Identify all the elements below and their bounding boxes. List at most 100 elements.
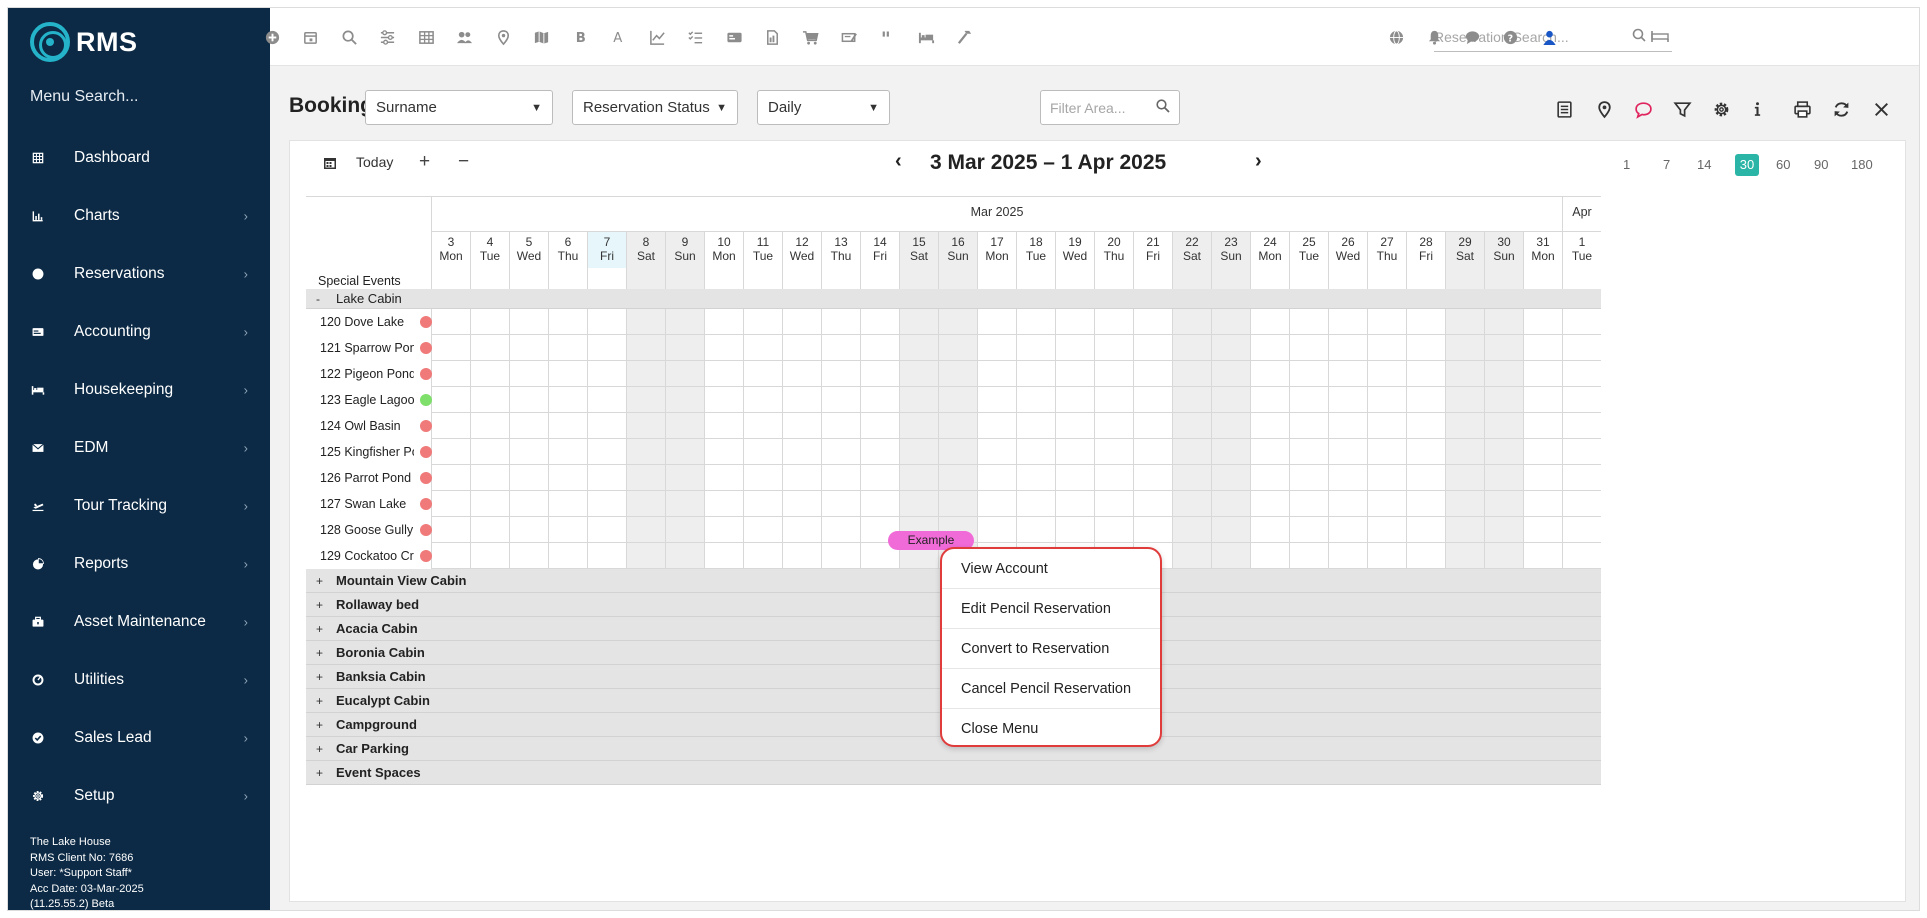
booking-cell[interactable] [743, 439, 782, 465]
day-header[interactable]: 30 Sun [1484, 231, 1523, 268]
day-header[interactable]: 19 Wed [1055, 231, 1094, 268]
booking-cell[interactable] [1523, 309, 1562, 335]
booking-cell[interactable] [1094, 517, 1133, 543]
booking-cell[interactable] [899, 413, 938, 439]
booking-cell[interactable] [1367, 439, 1406, 465]
day-header[interactable]: 5 Wed [509, 231, 548, 268]
booking-cell[interactable] [782, 439, 821, 465]
booking-cell[interactable] [1094, 413, 1133, 439]
sidebar-item-edm[interactable]: EDM › [8, 419, 270, 477]
booking-cell[interactable] [1406, 413, 1445, 439]
day-header[interactable]: 24 Mon [1250, 231, 1289, 268]
booking-cell[interactable] [1406, 335, 1445, 361]
day-header[interactable]: 9 Sun [665, 231, 704, 268]
booking-cell[interactable] [587, 543, 626, 569]
booking-cell[interactable] [1133, 517, 1172, 543]
booking-cell[interactable] [782, 387, 821, 413]
day-header[interactable]: 7 Fri [587, 231, 626, 268]
booking-cell[interactable] [1562, 387, 1601, 413]
document-icon[interactable] [761, 26, 783, 48]
booking-cell[interactable] [431, 465, 470, 491]
booking-cell[interactable] [938, 335, 977, 361]
collapse-toggle[interactable]: - [316, 289, 320, 309]
booking-cell[interactable] [938, 439, 977, 465]
booking-cell[interactable] [1562, 465, 1601, 491]
booking-cell[interactable] [821, 413, 860, 439]
booking-cell[interactable] [821, 387, 860, 413]
room-label[interactable]: 120 Dove Lake [306, 309, 414, 335]
booking-cell[interactable] [860, 335, 899, 361]
filter-area-input[interactable] [1041, 91, 1141, 124]
booking-cell[interactable] [665, 439, 704, 465]
booking-cell[interactable] [1484, 309, 1523, 335]
booking-cell[interactable] [1328, 465, 1367, 491]
booking-cell[interactable] [626, 491, 665, 517]
booking-cell[interactable] [1094, 387, 1133, 413]
booking-cell[interactable] [509, 543, 548, 569]
booking-cell[interactable] [431, 413, 470, 439]
booking-cell[interactable] [743, 543, 782, 569]
booking-cell[interactable] [1484, 361, 1523, 387]
booking-cell[interactable] [1445, 465, 1484, 491]
booking-cell[interactable] [1523, 543, 1562, 569]
room-label[interactable]: 126 Parrot Pond [306, 465, 414, 491]
booking-cell[interactable] [860, 465, 899, 491]
booking-cell[interactable] [587, 361, 626, 387]
close-icon[interactable] [1868, 96, 1894, 122]
booking-cell[interactable] [821, 517, 860, 543]
booking-cell[interactable] [431, 387, 470, 413]
sidebar-item-reports[interactable]: Reports › [8, 535, 270, 593]
booking-cell[interactable] [1328, 517, 1367, 543]
booking-cell[interactable] [1094, 439, 1133, 465]
booking-cell[interactable] [1484, 335, 1523, 361]
booking-cell[interactable] [626, 387, 665, 413]
booking-cell[interactable] [1445, 361, 1484, 387]
booking-cell[interactable] [1250, 387, 1289, 413]
booking-cell[interactable] [1367, 387, 1406, 413]
zoom-option-1[interactable]: 1 [1623, 154, 1630, 176]
booking-cell[interactable] [1133, 309, 1172, 335]
booking-cell[interactable] [1016, 361, 1055, 387]
day-header[interactable]: 25 Tue [1289, 231, 1328, 268]
booking-cell[interactable] [977, 309, 1016, 335]
globe-icon[interactable] [1385, 26, 1407, 48]
booking-cell[interactable] [938, 413, 977, 439]
booking-cell[interactable] [743, 465, 782, 491]
booking-cell[interactable] [1562, 543, 1601, 569]
day-header[interactable]: 20 Thu [1094, 231, 1133, 268]
booking-cell[interactable] [977, 439, 1016, 465]
booking-cell[interactable] [1055, 309, 1094, 335]
booking-cell[interactable] [1523, 439, 1562, 465]
cart-icon[interactable] [799, 26, 821, 48]
booking-cell[interactable] [665, 413, 704, 439]
booking-cell[interactable] [509, 465, 548, 491]
booking-cell[interactable] [782, 309, 821, 335]
booking-cell[interactable] [1172, 465, 1211, 491]
day-header[interactable]: 26 Wed [1328, 231, 1367, 268]
booking-cell[interactable] [1328, 413, 1367, 439]
booking-cell[interactable] [977, 517, 1016, 543]
expand-toggle[interactable]: + [316, 689, 323, 713]
booking-cell[interactable] [548, 335, 587, 361]
booking-cell[interactable] [1406, 387, 1445, 413]
booking-cell[interactable] [548, 413, 587, 439]
booking-cell[interactable] [1289, 465, 1328, 491]
booking-cell[interactable] [509, 309, 548, 335]
booking-cell[interactable] [1445, 491, 1484, 517]
booking-cell[interactable] [665, 491, 704, 517]
booking-cell[interactable] [1562, 439, 1601, 465]
sort-select[interactable]: Surname ▼ [365, 90, 553, 125]
booking-cell[interactable] [704, 335, 743, 361]
booking-cell[interactable] [1562, 335, 1601, 361]
booking-cell[interactable] [548, 439, 587, 465]
booking-cell[interactable] [860, 361, 899, 387]
booking-cell[interactable] [1016, 335, 1055, 361]
day-header[interactable]: 17 Mon [977, 231, 1016, 268]
ticket-icon[interactable] [838, 26, 860, 48]
booking-cell[interactable] [1172, 543, 1211, 569]
booking-cell[interactable] [1445, 413, 1484, 439]
booking-cell[interactable] [587, 335, 626, 361]
booking-cell[interactable] [1172, 517, 1211, 543]
booking-cell[interactable] [665, 465, 704, 491]
booking-cell[interactable] [548, 543, 587, 569]
